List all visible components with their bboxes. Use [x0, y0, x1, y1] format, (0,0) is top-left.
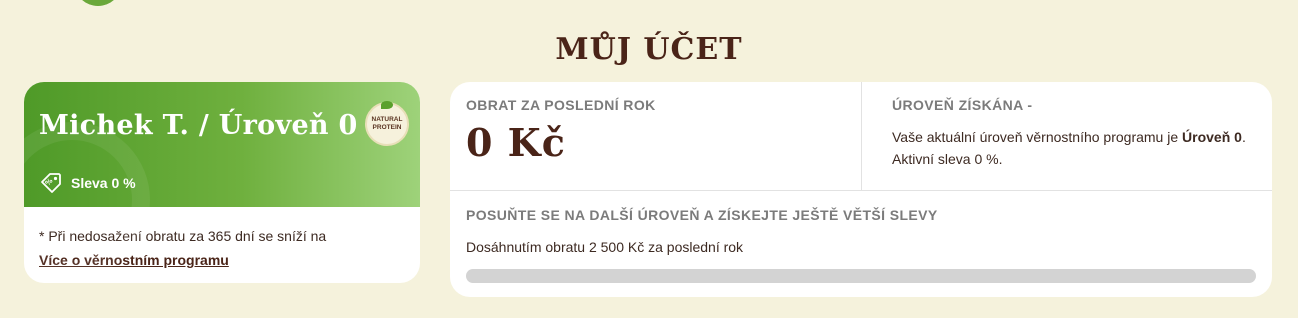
stats-panel: OBRAT ZA POSLEDNÍ ROK 0 Kč ÚROVEŇ ZÍSKÁN… [450, 82, 1272, 297]
page-title: MŮJ ÚČET [555, 32, 743, 68]
level-cell: ÚROVEŇ ZÍSKÁNA - Vaše aktuální úroveň vě… [862, 82, 1272, 191]
next-level-requirement: Dosáhnutím obratu 2 500 Kč za poslední r… [466, 239, 744, 255]
active-discount-text: Aktivní sleva 0 %. [892, 151, 1003, 167]
discount-info: % Sleva 0 % [39, 171, 136, 195]
next-level-label: POSUŇTE SE NA DALŠÍ ÚROVEŇ A ZÍSKEJTE JE… [466, 207, 938, 223]
brand-logo-icon[interactable] [74, 0, 122, 6]
next-level-cell: POSUŇTE SE NA DALŠÍ ÚROVEŇ A ZÍSKEJTE JE… [466, 207, 1256, 283]
badge-line-2: PROTEIN [372, 124, 402, 131]
next-level-progress-bar [466, 269, 1256, 283]
level-text-bold: Úroveň 0 [1182, 129, 1242, 145]
level-banner: Michek T. / Úroveň 0 NATURAL PROTEIN % S… [24, 82, 420, 278]
level-text-suffix: . [1241, 129, 1246, 145]
discount-tag-icon: % [41, 173, 61, 193]
level-description: Vaše aktuální úroveň věrnostního program… [892, 126, 1262, 170]
level-achieved-label: ÚROVEŇ ZÍSKÁNA - [892, 97, 1033, 113]
turnover-cell: OBRAT ZA POSLEDNÍ ROK 0 Kč [450, 82, 862, 191]
discount-label: Sleva 0 % [71, 175, 136, 191]
loyalty-level-card: Michek T. / Úroveň 0 NATURAL PROTEIN % S… [24, 82, 420, 283]
turnover-label: OBRAT ZA POSLEDNÍ ROK [466, 97, 656, 113]
customer-level-name: Michek T. / Úroveň 0 [39, 110, 358, 141]
natural-protein-badge-icon: NATURAL PROTEIN [365, 101, 409, 146]
badge-line-1: NATURAL [371, 116, 403, 123]
level-text-prefix: Vaše aktuální úroveň věrnostního program… [892, 129, 1183, 145]
turnover-value: 0 Kč [466, 120, 566, 165]
